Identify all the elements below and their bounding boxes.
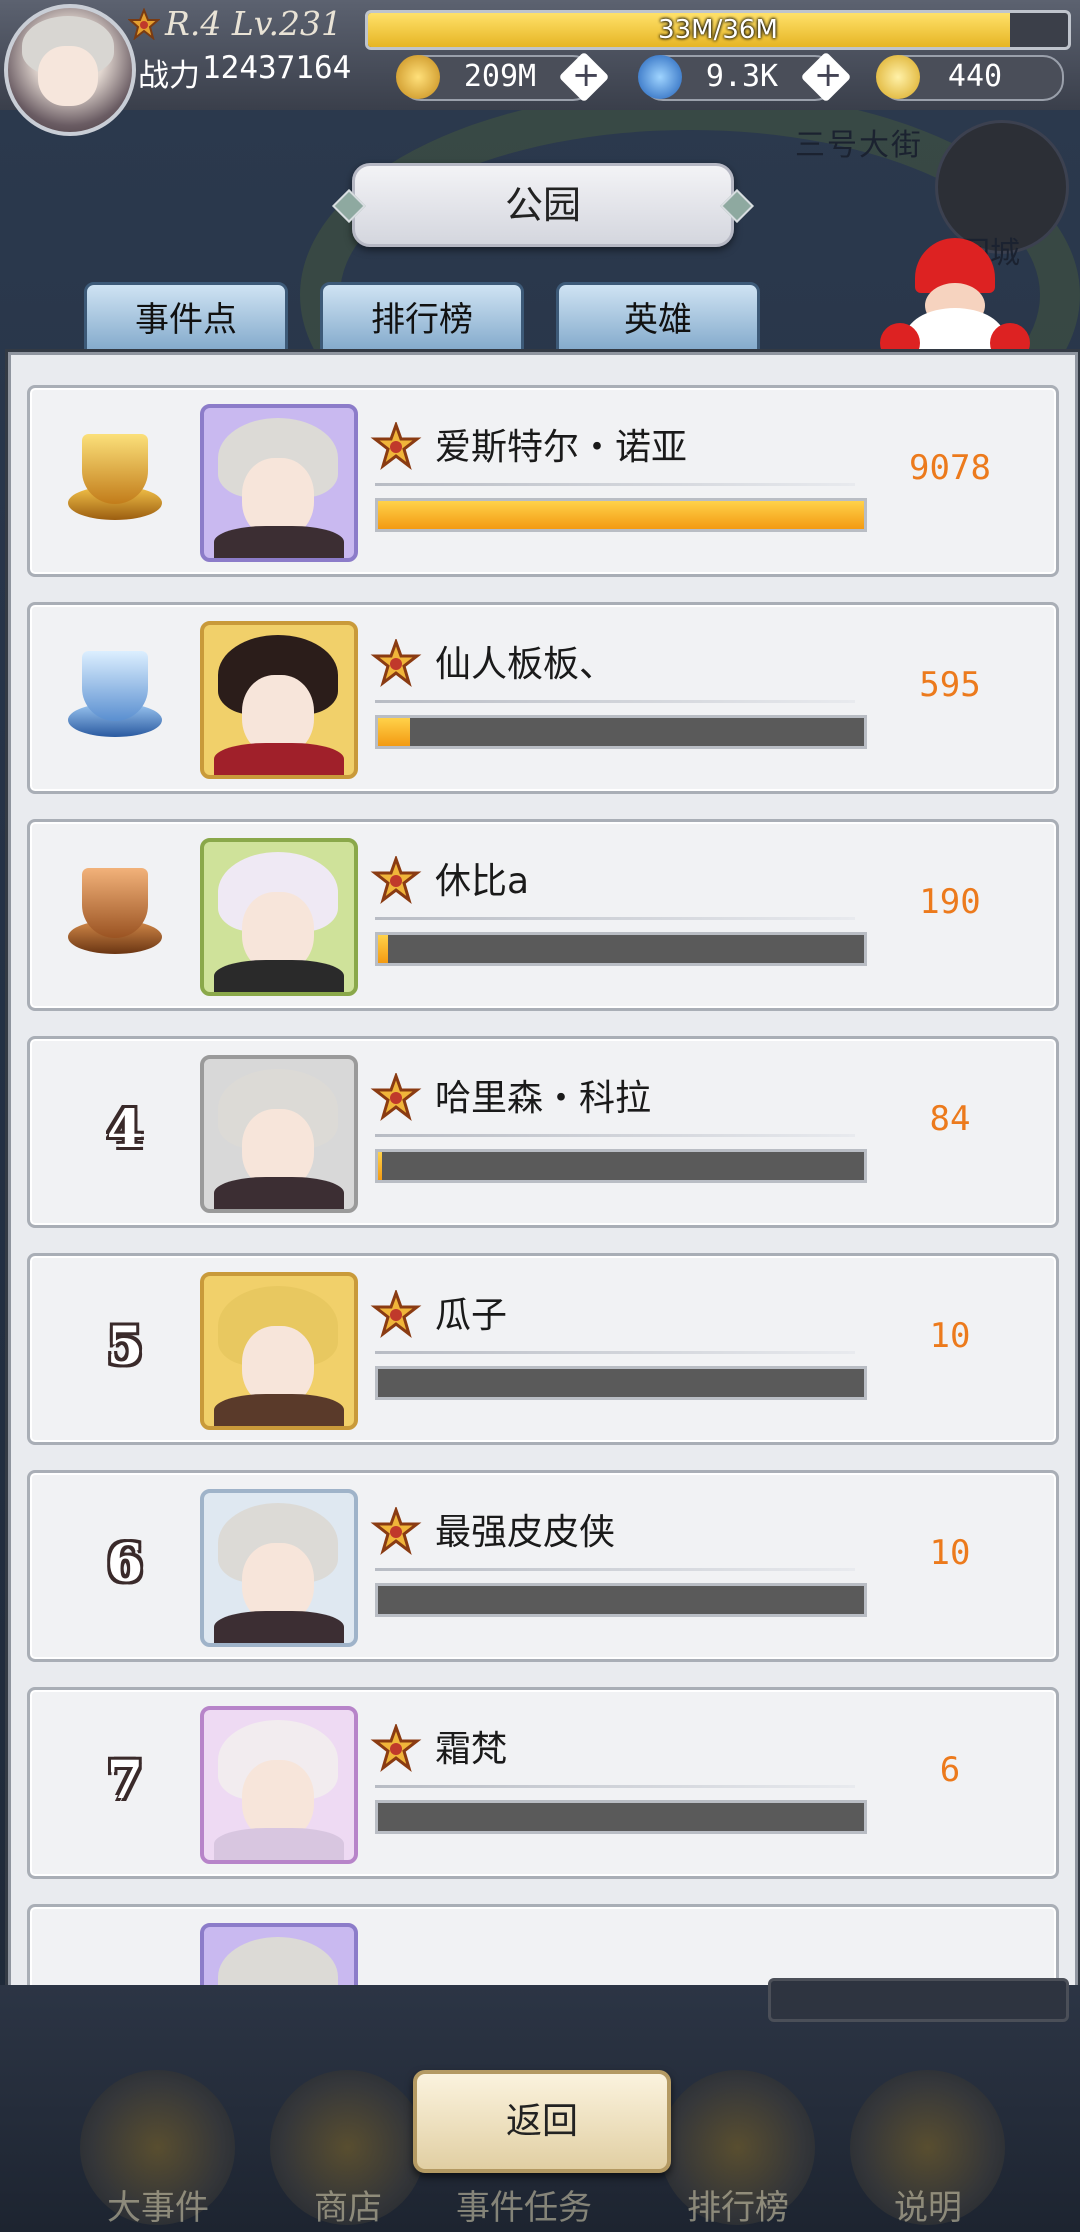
score-progress-fill [378,935,389,963]
rank-badge-icon [370,1507,422,1556]
leaderboard-row[interactable]: 休比a 190 [27,819,1059,1011]
player-name: 瓜子 [435,1295,508,1336]
blue-diamond-icon [638,55,682,99]
player-score: 6 [939,1750,961,1790]
player-score: 9078 [909,448,991,488]
player-score: 595 [919,665,981,705]
exp-bar: 33M/36M [365,10,1071,50]
rank-badge-icon [370,1073,422,1122]
player-avatar[interactable] [4,4,136,136]
score-progress-bar [375,1366,867,1400]
player-name: 仙人板板、 [435,644,616,685]
player-name: 爱斯特尔・诺亚 [435,427,688,468]
leaderboard-row[interactable]: 4 哈里森・科拉 84 [27,1036,1059,1228]
rank-number: 5 [106,1316,144,1377]
gold-crystal-icon [876,55,920,99]
rank-number: 4 [106,1099,144,1160]
gold-value: 209M [463,59,537,94]
tab-event-points[interactable]: 事件点 [84,282,288,358]
player-name: 哈里森・科拉 [435,1078,652,1119]
leaderboard-row[interactable]: 5 瓜子 10 [27,1253,1059,1445]
player-score: 10 [929,1533,971,1573]
hero-portrait [200,1489,358,1647]
rank-badge-icon [370,856,422,905]
player-score: 84 [929,1099,971,1139]
nav-big-event[interactable]: 大事件 [68,2180,248,2229]
score-progress-bar [375,932,867,966]
hero-portrait [200,1055,358,1213]
exp-text: 33M/36M [658,15,778,45]
score-progress-bar [375,1149,867,1183]
background-panel-frame [768,1978,1069,2022]
player-name: 霜梵 [435,1729,508,1770]
tab-ranking[interactable]: 排行榜 [320,282,524,358]
leaderboard-row[interactable]: 6 最强皮皮侠 10 [27,1470,1059,1662]
leaderboard-row-partial[interactable] [27,1904,1059,1985]
score-progress-bar [375,498,867,532]
add-gold-button[interactable] [558,51,610,103]
crystal-resource: 440 [876,55,1064,101]
player-score: 190 [919,882,981,922]
score-progress-fill [378,718,411,746]
hero-portrait [200,1923,358,1985]
leaderboard-row[interactable]: 7 霜梵 6 [27,1687,1059,1879]
bronze-trophy-icon [60,862,170,962]
player-name: 最强皮皮侠 [435,1512,616,1553]
divider [375,1785,855,1788]
score-progress-fill [378,501,864,529]
divider [375,917,855,920]
player-score: 10 [929,1316,971,1356]
score-progress-bar [375,1583,867,1617]
back-button[interactable]: 返回 [413,2070,671,2173]
divider [375,700,855,703]
rank-number: 6 [106,1533,144,1594]
diamond-resource: 9.3K [638,51,852,103]
divider [375,1134,855,1137]
leaderboard-panel[interactable]: 爱斯特尔・诺亚 9078 仙人板板、 595 休比a 190 4 哈里森・科拉 … [8,352,1078,1988]
nav-ranking[interactable]: 排行榜 [648,2180,828,2229]
rank-badge-icon [370,639,422,688]
gold-coin-icon [396,55,440,99]
score-progress-fill [378,1152,383,1180]
power-label: 战力 [138,58,200,94]
score-progress-bar [375,1800,867,1834]
hero-portrait [200,621,358,779]
leaderboard-row[interactable]: 仙人板板、 595 [27,602,1059,794]
divider [375,1568,855,1571]
diamond-value: 9.3K [705,59,779,94]
score-progress-bar [375,715,867,749]
player-rank-level: R.4 Lv.231 [165,4,342,43]
rank-crown-icon [128,8,160,40]
hero-portrait [200,1706,358,1864]
gold-trophy-icon [60,428,170,528]
leaderboard-row[interactable]: 爱斯特尔・诺亚 9078 [27,385,1059,577]
nav-help[interactable]: 说明 [838,2180,1018,2229]
hero-portrait [200,838,358,996]
hero-portrait [200,404,358,562]
rank-badge-icon [370,1290,422,1339]
rank-number: 7 [106,1750,144,1811]
hero-portrait [200,1272,358,1430]
silver-trophy-icon [60,645,170,745]
rank-badge-icon [370,422,422,471]
crystal-value: 440 [947,59,1003,94]
player-name: 休比a [435,861,530,902]
divider [375,1351,855,1354]
add-diamond-button[interactable] [800,51,852,103]
rank-badge-icon [370,1724,422,1773]
street-label: 三号大街 [795,128,923,163]
page-title: 公园 [352,163,734,247]
nav-shop[interactable]: 商店 [258,2180,438,2229]
power-value: 12437164 [202,50,352,86]
tab-heroes[interactable]: 英雄 [556,282,760,358]
divider [375,483,855,486]
nav-event-tasks[interactable]: 事件任务 [434,2180,614,2229]
gold-resource: 209M [396,51,610,103]
